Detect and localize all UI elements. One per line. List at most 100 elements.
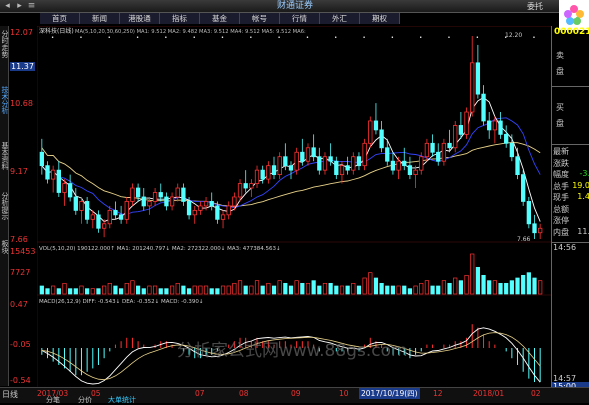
candle-body [373,120,379,131]
volume-bar [345,285,350,295]
date-label: 05 [91,389,101,398]
volume-bar [288,285,294,295]
candle-body [237,183,243,198]
stock-title-line: 深科技(日线) [39,27,74,35]
volume-bar [237,280,243,295]
quote-row: 最新 [553,146,589,157]
volume-bar [509,280,514,295]
volume-bar [447,282,452,295]
candle-body [407,165,413,176]
event-marker: • [476,35,479,41]
candle-body [475,62,481,95]
candle-body [101,223,107,229]
menu-item-quotes[interactable]: 行情 [280,13,320,24]
menu-item-forex[interactable]: 外汇 [320,13,360,24]
candle-body [453,125,458,149]
menu-item-news[interactable]: 新闻 [80,13,120,24]
volume-bar [130,280,135,295]
volume-bar [266,282,271,295]
date-axis: 2017/03 05 07 08 09 10 12 2018/01 02 201… [37,388,551,399]
candle-body [90,214,95,220]
candle-body [164,196,169,207]
volume-bar [96,288,101,295]
candle-body [390,160,396,171]
macd-legend: MACD(26,12,9) DIFF: -0.543↓ DEA: -0.352↓… [39,298,203,305]
date-label: 07 [195,389,205,398]
volume-bar [181,285,186,295]
quote-row-label: 涨停 [553,216,569,225]
volume-bar [113,285,118,295]
tab-sector[interactable]: 板块 [0,240,9,254]
menu-icon[interactable]: ≡ [26,1,37,11]
macd-axis-label: 0.47 [10,300,28,309]
tab-daily[interactable]: 日线 [2,389,18,400]
menu-item-home[interactable]: 首页 [40,13,80,24]
tab-intraday[interactable]: 分时走势 [0,30,9,58]
candle-body [322,156,328,171]
candle-body [538,227,543,234]
volume-bar [226,285,231,295]
volume-bar [390,285,396,295]
menu-item-indicators[interactable]: 指标 [160,13,200,24]
event-marker: • [334,35,337,41]
volume-legend: VOL(5,10,20) 190122.000↑ MA1: 201240.797… [39,245,281,252]
kline-chart[interactable]: 深科技(日线) MA(5,10,20,30,60,250) MA1: 9.512… [37,26,551,387]
volume-bar [424,280,430,295]
volume-bar [538,280,543,295]
candle-body [271,165,277,176]
candle-body [345,165,350,171]
candle-body [487,120,492,131]
candle-body [226,205,231,216]
quote-row: 涨停 [553,215,589,226]
volume-bar [436,285,441,295]
menu-item-account[interactable]: 帐号 [240,13,280,24]
menu-item-hk-connect[interactable]: 港股通 [120,13,160,24]
candle-body [424,142,430,158]
candle-body [447,142,452,149]
volume-bar [521,274,526,295]
candle-body [192,209,197,216]
forward-icon[interactable]: ▸ [14,1,25,11]
quote-row-label: 现手 [553,193,569,202]
volume-bar [492,280,497,295]
date-label: 02 [531,389,541,398]
macd-axis-label: -0.05 [10,340,31,349]
menu-item-options[interactable]: 期权 [360,13,400,24]
app-title: 财通证券 [276,1,313,11]
volume-bar [373,277,379,295]
candle-body [334,160,339,176]
date-label: 08 [239,389,249,398]
tab-fundamentals[interactable]: 基本资料 [0,142,9,170]
candle-body [362,142,367,167]
left-tab-strip: 分时走势 技术分析 基本资料 分析提示 板块 [0,26,9,386]
price-axis-label: 9.17 [10,167,28,176]
volume-bar [79,285,84,295]
quote-panel: 000021 卖 盘 买 盘 最新 涨跌 幅度 -3. 总手 19.0 现手 1.4 总额 涨停内… [551,26,589,391]
date-label: 09 [291,389,301,398]
volume-bar [396,285,401,295]
volume-bar [62,282,67,295]
candle-body [436,151,441,162]
candle-body [470,62,475,113]
trade-button[interactable]: 委托 [527,0,543,13]
tab-technical[interactable]: 技术分析 [0,86,9,114]
volume-bar [249,285,254,295]
candle-body [215,205,220,220]
volume-bar [317,285,322,295]
volume-bar [464,274,469,295]
menu-item-funds[interactable]: 基金 [200,13,240,24]
back-icon[interactable]: ◂ [2,1,13,11]
event-marker: • [249,35,252,41]
quote-row-label: 内盘 [553,227,569,237]
quote-row-label: 幅度 [553,170,569,179]
event-marker: • [136,35,139,41]
volume-bar [379,282,384,295]
volume-bar [305,282,311,295]
candle-body [402,160,407,167]
volume-bar [487,280,492,295]
tab-analysis[interactable]: 分析提示 [0,192,9,220]
event-marker: • [193,35,196,41]
volume-bar [526,272,531,295]
candle-body [458,125,464,135]
volume-bar [504,282,509,295]
